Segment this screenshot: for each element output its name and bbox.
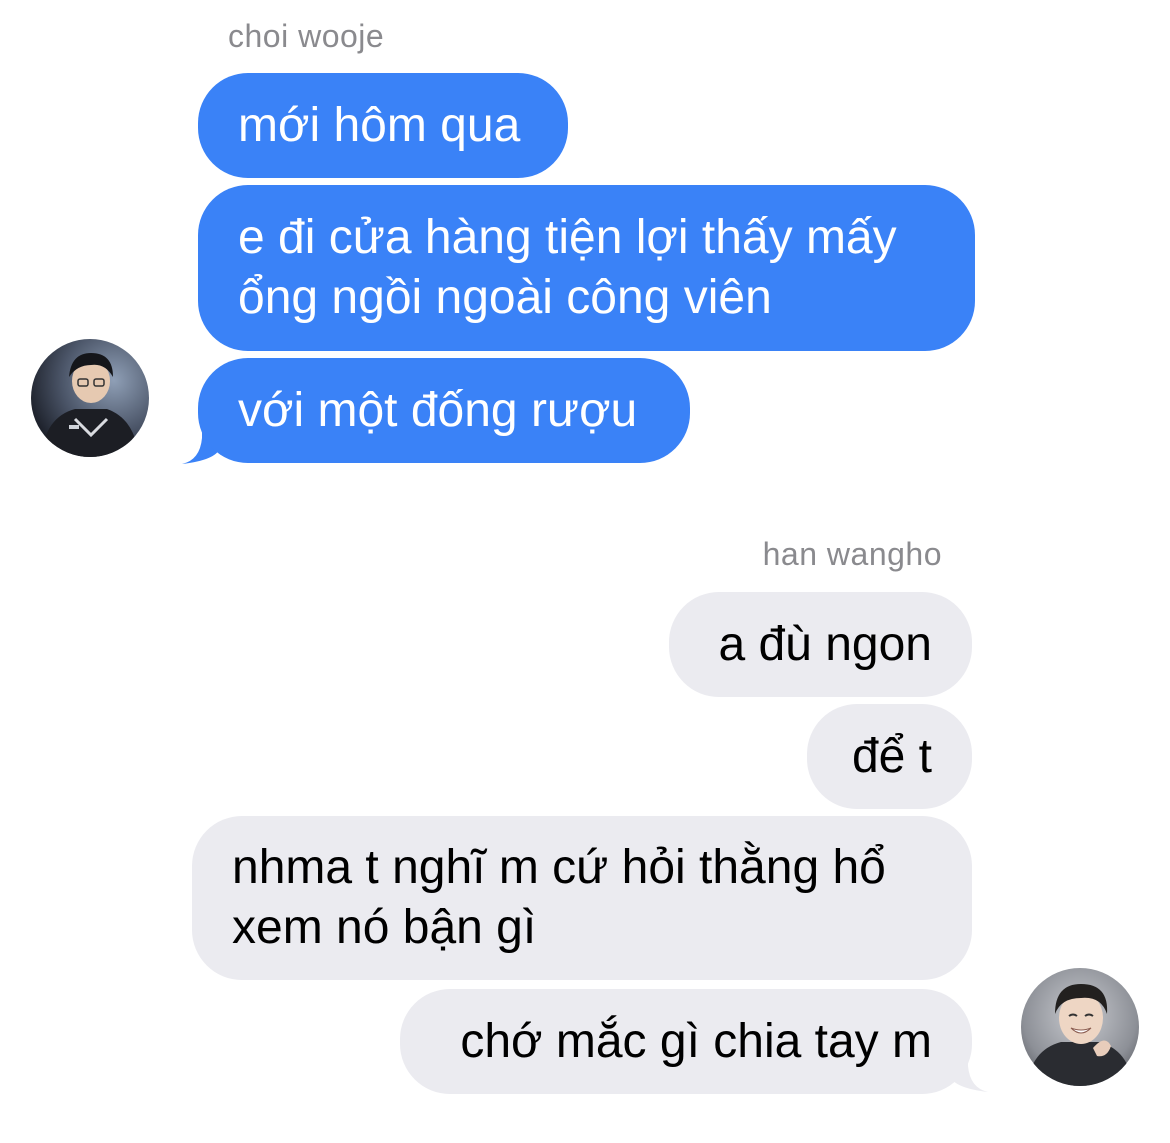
- message-bubble[interactable]: a đù ngon: [669, 592, 972, 697]
- message-text: để t: [851, 729, 932, 783]
- sender-name-choi-wooje: choi wooje: [228, 18, 385, 54]
- message-bubble[interactable]: chớ mắc gì chia tay m: [400, 989, 972, 1094]
- message-bubble[interactable]: để t: [807, 704, 972, 809]
- message-bubble[interactable]: nhma t nghĩ m cứ hỏi thằng hổ xem nó bận…: [192, 816, 972, 980]
- message-bubble[interactable]: mới hôm qua: [198, 73, 568, 178]
- message-text: a đù ngon: [718, 617, 932, 671]
- message-text: chớ mắc gì chia tay m: [460, 1014, 932, 1068]
- profile-photo-icon: [1021, 968, 1139, 1086]
- profile-photo-icon: [31, 339, 149, 457]
- avatar-choi-wooje[interactable]: [31, 339, 149, 457]
- message-text: e đi cửa hàng tiện lợi thấy mấy ổng ngồi…: [238, 211, 897, 324]
- avatar-han-wangho[interactable]: [1021, 968, 1139, 1086]
- message-text: nhma t nghĩ m cứ hỏi thằng hổ xem nó bận…: [232, 841, 886, 954]
- message-bubble[interactable]: e đi cửa hàng tiện lợi thấy mấy ổng ngồi…: [198, 185, 975, 351]
- sender-name-han-wangho: han wangho: [762, 536, 942, 572]
- message-bubble[interactable]: với một đống rượu: [198, 358, 690, 463]
- message-text: với một đống rượu: [238, 383, 638, 437]
- message-text: mới hôm qua: [238, 98, 521, 152]
